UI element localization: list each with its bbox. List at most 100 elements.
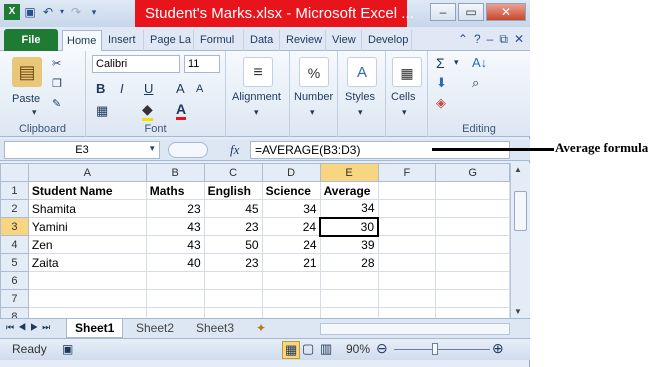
row-header[interactable]: 6: [0, 271, 29, 290]
styles-icon[interactable]: A: [347, 57, 377, 87]
insert-function-icon[interactable]: fx: [230, 142, 239, 158]
spreadsheet-grid[interactable]: A B C D E F G 1 Student Name Maths Engli…: [0, 163, 510, 326]
cell[interactable]: 43: [145, 235, 205, 254]
cell[interactable]: [261, 271, 321, 290]
maximize-button[interactable]: ▭: [458, 3, 484, 21]
column-header[interactable]: D: [261, 163, 321, 182]
cell[interactable]: [435, 217, 510, 236]
cell[interactable]: [435, 181, 510, 200]
shrink-font-icon[interactable]: A: [196, 83, 203, 95]
cell[interactable]: 23: [203, 253, 263, 272]
cell[interactable]: [203, 289, 263, 308]
tab-formulas[interactable]: Formul: [196, 30, 244, 51]
restore-window-icon[interactable]: –: [487, 32, 494, 47]
page-break-view-icon[interactable]: ▥: [320, 341, 332, 357]
sort-filter-icon[interactable]: A↓: [472, 55, 487, 70]
styles-dropdown-icon[interactable]: ▾: [358, 107, 363, 118]
find-select-icon[interactable]: ⌕: [472, 75, 479, 91]
cell[interactable]: 45: [203, 199, 263, 218]
vertical-scrollbar[interactable]: ▲ ▼: [510, 163, 530, 318]
restore-icon[interactable]: ⧉: [499, 32, 508, 47]
select-all-corner[interactable]: [0, 163, 29, 182]
number-format-icon[interactable]: %: [299, 57, 329, 87]
close-workbook-icon[interactable]: ✕: [514, 32, 524, 47]
cut-icon[interactable]: ✂: [52, 57, 61, 70]
cell[interactable]: 23: [203, 217, 263, 236]
insert-sheet-icon[interactable]: ✦: [256, 321, 266, 335]
grow-font-icon[interactable]: A: [176, 81, 185, 96]
row-header[interactable]: 4: [0, 235, 29, 254]
font-size-select[interactable]: 11: [184, 55, 220, 73]
borders-icon[interactable]: ▦: [96, 103, 108, 119]
fill-color-icon[interactable]: ◆: [142, 101, 153, 121]
cell[interactable]: [435, 235, 510, 254]
cell[interactable]: [377, 235, 437, 254]
cell[interactable]: 24: [261, 217, 321, 236]
excel-logo-icon[interactable]: X: [4, 4, 20, 20]
zoom-out-icon[interactable]: ⊖: [376, 340, 388, 357]
cell[interactable]: [261, 289, 321, 308]
cells-label[interactable]: Cells: [391, 91, 415, 103]
tab-data[interactable]: Data: [246, 30, 280, 51]
horizontal-scrollbar[interactable]: [320, 323, 510, 335]
sheet-tab-sheet3[interactable]: Sheet3: [188, 319, 242, 338]
cell[interactable]: 28: [319, 253, 379, 272]
help-icon[interactable]: ?: [474, 32, 481, 47]
cell[interactable]: 50: [203, 235, 263, 254]
name-box-dropdown-icon[interactable]: ▾: [150, 143, 155, 154]
cell[interactable]: [377, 271, 437, 290]
zoom-slider[interactable]: [394, 349, 490, 350]
formula-bar-divider[interactable]: [168, 142, 208, 158]
column-header[interactable]: A: [27, 163, 147, 182]
scroll-down-icon[interactable]: ▼: [514, 307, 522, 316]
cell[interactable]: Student Name: [27, 181, 147, 200]
cell[interactable]: 24: [261, 235, 321, 254]
copy-icon[interactable]: ❐: [52, 77, 62, 90]
cell[interactable]: [377, 217, 437, 236]
normal-view-icon[interactable]: ▦: [282, 341, 301, 359]
sheet-tab-sheet2[interactable]: Sheet2: [128, 319, 182, 338]
cell[interactable]: 43: [145, 217, 205, 236]
customize-qat-icon[interactable]: ▾: [86, 4, 102, 20]
minimize-ribbon-icon[interactable]: ⌃: [458, 32, 468, 47]
close-button[interactable]: ✕: [486, 3, 526, 21]
font-color-button[interactable]: A: [176, 101, 187, 120]
styles-label[interactable]: Styles: [345, 91, 375, 103]
cell[interactable]: [27, 289, 147, 308]
column-header[interactable]: G: [435, 163, 510, 182]
cell[interactable]: Zaita: [27, 253, 147, 272]
cell[interactable]: [435, 271, 510, 290]
cell-table[interactable]: A B C D E F G 1 Student Name Maths Engli…: [0, 163, 510, 326]
bold-button[interactable]: B: [96, 81, 105, 96]
cell[interactable]: 34: [261, 199, 321, 218]
autosum-icon[interactable]: Σ: [436, 55, 445, 71]
row-header[interactable]: 5: [0, 253, 29, 272]
cell[interactable]: 39: [319, 235, 379, 254]
number-dropdown-icon[interactable]: ▾: [310, 107, 315, 118]
column-header[interactable]: B: [145, 163, 205, 182]
number-label[interactable]: Number: [294, 91, 333, 103]
underline-button[interactable]: U: [144, 81, 153, 96]
zoom-slider-thumb[interactable]: [432, 343, 438, 355]
cells-icon[interactable]: ▦: [392, 57, 422, 87]
cell[interactable]: Science: [261, 181, 321, 200]
save-icon[interactable]: ▣: [22, 4, 38, 20]
cell[interactable]: [435, 199, 510, 218]
scroll-thumb[interactable]: [514, 191, 527, 231]
autosum-dropdown-icon[interactable]: ▾: [454, 57, 459, 68]
active-cell[interactable]: 30: [319, 216, 380, 237]
cell[interactable]: 23: [145, 199, 205, 218]
tab-insert[interactable]: Insert: [104, 30, 144, 51]
row-header[interactable]: 7: [0, 289, 29, 308]
sheet-tab-sheet1[interactable]: Sheet1: [66, 319, 124, 338]
tab-home[interactable]: Home: [62, 30, 102, 52]
undo-dropdown-icon[interactable]: ▾: [58, 4, 66, 20]
cell[interactable]: Yamini: [27, 217, 147, 236]
zoom-level[interactable]: 90%: [346, 342, 370, 356]
cell[interactable]: Maths: [145, 181, 205, 200]
cell[interactable]: 40: [145, 253, 205, 272]
tab-page-layout[interactable]: Page La: [146, 30, 194, 51]
cell[interactable]: [27, 271, 147, 290]
format-painter-icon[interactable]: ✎: [52, 97, 61, 110]
paste-icon[interactable]: ▤: [12, 57, 42, 87]
